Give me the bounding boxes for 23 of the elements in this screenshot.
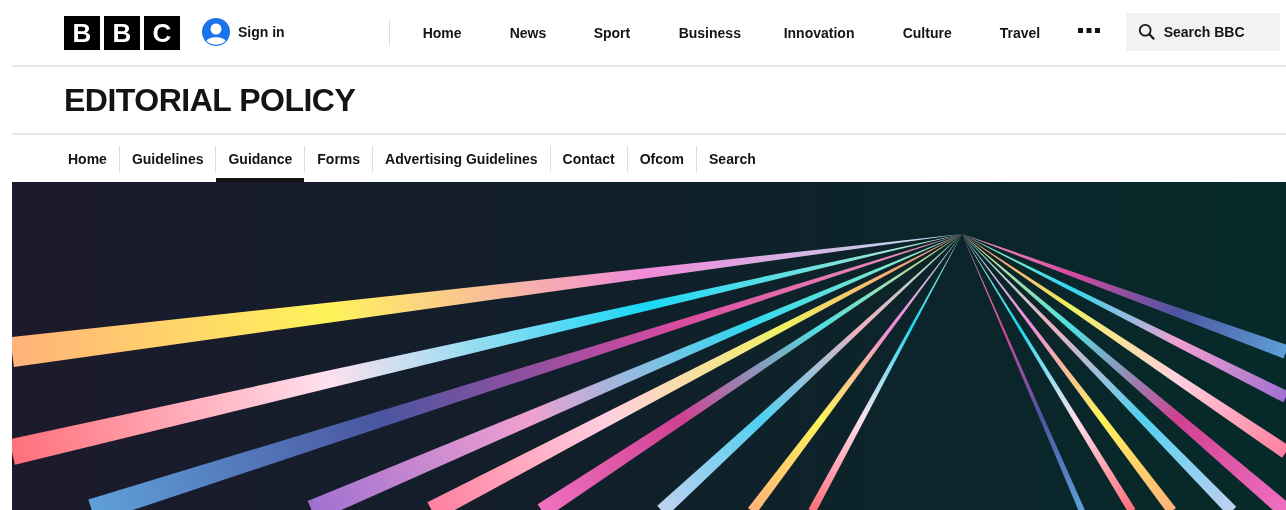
nav-link[interactable]: Home bbox=[422, 24, 510, 41]
nav-link[interactable]: Sport bbox=[593, 24, 679, 41]
subnav-tab[interactable]: Advertising Guidelines bbox=[373, 135, 550, 182]
subnav-tab[interactable]: Search bbox=[697, 135, 768, 182]
subnav-tab[interactable]: Contact bbox=[550, 135, 627, 182]
page-title: EDITORIAL POLICY bbox=[64, 81, 356, 119]
more-icon[interactable] bbox=[1077, 27, 1100, 34]
nav-link[interactable]: Travel bbox=[999, 24, 1078, 41]
logo-letter[interactable]: C bbox=[144, 15, 180, 50]
subnav-tab[interactable]: Ofcom bbox=[627, 135, 697, 182]
nav-link[interactable]: Culture bbox=[902, 24, 1000, 41]
user-icon bbox=[202, 17, 230, 46]
logo-letter[interactable]: B bbox=[104, 15, 140, 50]
nav-link[interactable]: Business bbox=[678, 24, 784, 41]
search-icon bbox=[1137, 22, 1156, 41]
nav-link[interactable]: News bbox=[509, 24, 594, 41]
logo-letter[interactable]: B bbox=[64, 15, 100, 50]
search-button[interactable]: Search BBC bbox=[1125, 12, 1280, 51]
sign-in-link[interactable]: Sign in bbox=[202, 17, 285, 46]
subnav-tab[interactable]: Forms bbox=[305, 135, 373, 182]
subnav-tab[interactable]: Home bbox=[68, 135, 119, 182]
nav-link[interactable]: Innovation bbox=[783, 24, 903, 41]
subnav-tab[interactable]: Guidelines bbox=[119, 135, 216, 182]
